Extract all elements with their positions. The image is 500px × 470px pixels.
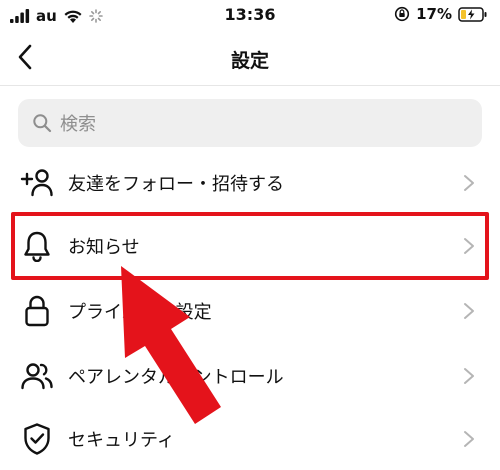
menu-item-notifications[interactable]: お知らせ [0,215,500,277]
menu-item-label: セキュリティ [68,430,175,451]
chevron-right-icon [464,175,474,191]
chevron-right-icon [464,238,474,254]
chevron-right-icon [464,303,474,319]
nav-header: 設定 [0,30,500,86]
search-input[interactable]: 検索 [18,99,482,147]
battery-percent: 17% [416,5,452,23]
chevron-right-icon [464,368,474,384]
menu-item-label: 友達をフォロー・招待する [68,174,284,195]
menu-item-label: プライバシー設定 [68,302,212,323]
status-right: 17% [394,5,488,23]
people-icon [20,359,54,393]
search-icon [33,114,52,133]
add-person-icon [20,166,54,200]
menu-item-follow-invite[interactable]: 友達をフォロー・招待する [0,152,500,214]
orientation-lock-icon [394,6,410,22]
page-title: 設定 [230,50,269,72]
battery-charging-icon [458,6,487,22]
lock-icon [20,294,54,328]
bell-icon [20,229,54,263]
menu-item-label: お知らせ [68,237,140,258]
menu-item-parental-control[interactable]: ペアレンタルコントロール [0,345,500,407]
menu-item-security[interactable]: セキュリティ [0,408,500,470]
shield-check-icon [20,422,54,456]
search-placeholder: 検索 [60,114,96,135]
chevron-right-icon [464,431,474,447]
status-bar: au 13:36 17% [0,0,500,30]
menu-item-privacy[interactable]: プライバシー設定 [0,280,500,342]
menu-item-label: ペアレンタルコントロール [68,367,284,388]
